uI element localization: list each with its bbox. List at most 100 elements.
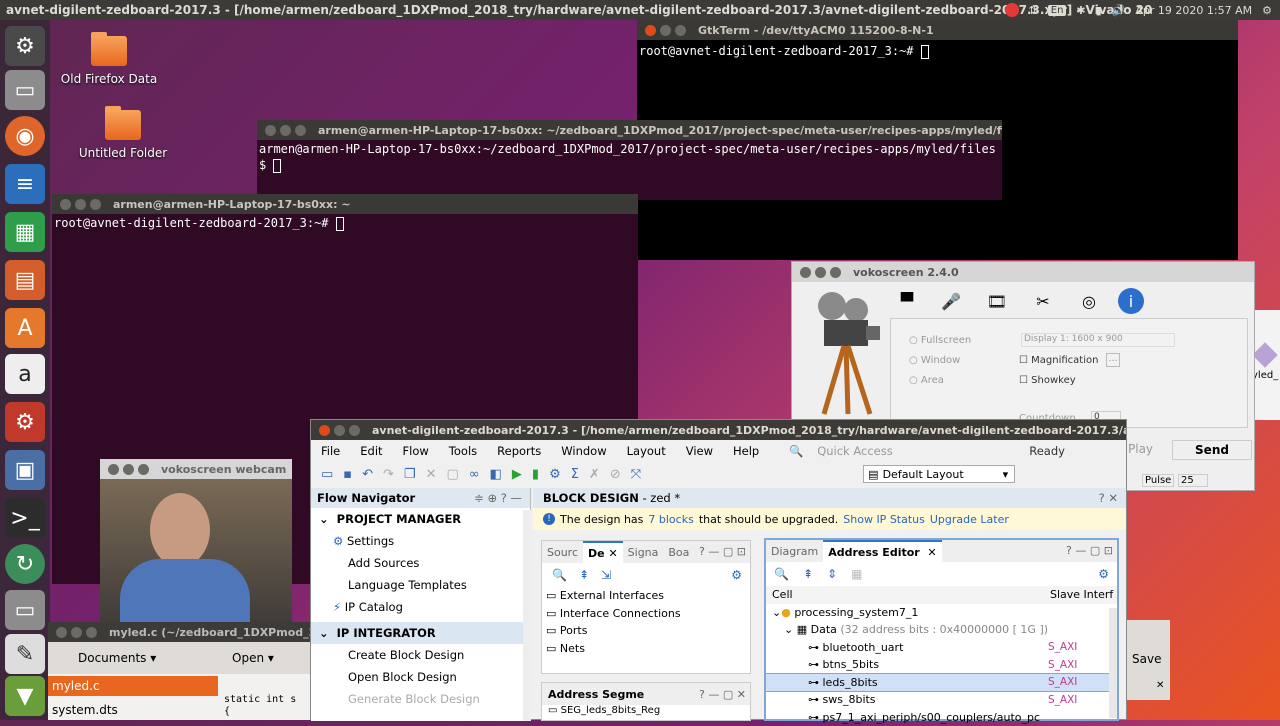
expand-all-icon[interactable]: ⇕ [827, 567, 837, 581]
settings-icon[interactable]: ⚙ [549, 467, 561, 482]
window-controls[interactable] [319, 425, 360, 436]
firefox-icon[interactable]: ◉ [5, 116, 45, 156]
window-controls[interactable] [56, 627, 97, 638]
tab-signals[interactable]: Signa [623, 541, 664, 563]
documents-button[interactable]: Documents ▾ [48, 651, 218, 665]
fn-generate-block-design[interactable]: Generate Block Design [311, 688, 530, 710]
terminal-titlebar[interactable]: armen@armen-HP-Laptop-17-bs0xx: ~ [52, 194, 638, 214]
project-manager-section[interactable]: ⌄ PROJECT MANAGER [311, 508, 530, 530]
tab-sources[interactable]: Sourc [542, 541, 583, 563]
window-controls[interactable] [108, 464, 149, 475]
fullscreen-radio[interactable]: ○ Fullscreen [909, 335, 971, 346]
document-tab-active[interactable]: myled.c [48, 676, 218, 696]
save-button[interactable]: Save [1132, 652, 1170, 666]
network-icon[interactable]: ⇅ [1029, 4, 1038, 17]
address-segment-row[interactable]: ▭ SEG_leds_8bits_Reg [542, 705, 750, 716]
auto-assign-icon[interactable]: ▦ [851, 567, 862, 581]
expand-icon[interactable]: ⇲ [601, 568, 611, 582]
redo-icon[interactable]: ↷ [383, 467, 394, 482]
screenshot-icon[interactable]: ▣ [5, 450, 45, 490]
tab-diagram[interactable]: Diagram [766, 540, 823, 562]
run-icon[interactable]: ▶ [512, 467, 522, 482]
tab-address-editor[interactable]: Address Editor ✕ [823, 540, 941, 562]
close-icon[interactable]: ✕ [1156, 680, 1170, 691]
fn-open-block-design[interactable]: Open Block Design [311, 666, 530, 688]
collapse-all-icon[interactable]: ⇞ [803, 567, 813, 581]
upgrade-later-link[interactable]: Upgrade Later [930, 513, 1009, 526]
menu-file[interactable]: File [311, 444, 350, 458]
gedit-titlebar[interactable]: myled.c (~/zedboard_1DXPmod_2017/ [48, 622, 310, 642]
files2-icon[interactable]: ▭ [5, 590, 45, 630]
tree-item[interactable]: ▭ Ports [542, 622, 750, 640]
flow-nav-scrollbar[interactable] [523, 510, 531, 721]
tool-icon[interactable]: ⤧ [631, 467, 641, 482]
window-controls[interactable] [800, 267, 841, 278]
fn-add-sources[interactable]: Add Sources [311, 552, 530, 574]
magnification-checkbox[interactable]: ☐ Magnification [1019, 355, 1098, 366]
impress-icon[interactable]: ▤ [5, 260, 45, 300]
address-editor-scrollbar[interactable] [1109, 608, 1117, 718]
gtkterm-titlebar[interactable]: GtkTerm - /dev/ttyACM0 115200-8-N-1 [637, 20, 1238, 40]
menu-reports[interactable]: Reports [487, 444, 551, 458]
desktop-icon-untitled-folder[interactable]: Untitled Folder [63, 110, 183, 160]
open-project-icon[interactable]: ▭ [321, 467, 333, 482]
settings-icon[interactable]: ⚙ [1098, 567, 1109, 581]
terminal-icon[interactable]: >_ [5, 498, 45, 538]
menu-edit[interactable]: Edit [350, 444, 392, 458]
window-controls[interactable] [645, 25, 686, 36]
blocks-link[interactable]: 7 blocks [648, 513, 693, 526]
calc-icon[interactable]: ▦ [5, 212, 45, 252]
fn-language-templates[interactable]: Language Templates [311, 574, 530, 596]
copy-icon[interactable]: ❐ [404, 467, 416, 482]
text-editor-icon[interactable]: ✎ [5, 634, 45, 674]
search-icon[interactable]: 🔍 [774, 567, 789, 581]
menu-tools[interactable]: Tools [439, 444, 487, 458]
webcam-tab-icon[interactable]: ◎ [1072, 286, 1106, 316]
delete-icon[interactable]: ✕ [426, 467, 437, 482]
menu-view[interactable]: View [676, 444, 723, 458]
open-button[interactable]: Open ▾ [218, 651, 274, 665]
menu-window[interactable]: Window [551, 444, 616, 458]
fn-create-block-design[interactable]: Create Block Design [311, 644, 530, 666]
webcam-window[interactable]: vokoscreen webcam [100, 459, 292, 629]
vivado-titlebar[interactable]: avnet-digilent-zedboard-2017.3 - [/home/… [311, 420, 1126, 440]
tab-board[interactable]: Boa [663, 541, 694, 563]
keyboard-layout-indicator[interactable]: En [1048, 5, 1067, 16]
amazon-icon[interactable]: a [5, 354, 45, 394]
trash-icon[interactable]: ▼ [5, 676, 45, 716]
link-icon[interactable]: ∞ [469, 467, 480, 482]
search-icon[interactable]: 🔍 [552, 568, 567, 582]
terminal-prompt[interactable]: root@avnet-digilent-zedboard-2017_3:~# [52, 214, 638, 233]
table-row[interactable]: ⌄ ▦ Data (32 address bits : 0x40000000 [… [766, 621, 1117, 639]
power-gear-icon[interactable]: ⚙ [1262, 4, 1272, 17]
system-settings-icon[interactable]: ⚙ [5, 402, 45, 442]
autoconnect-icon[interactable]: ◧ [490, 467, 502, 482]
program-icon[interactable]: ▮ [532, 467, 539, 482]
area-radio[interactable]: ○ Area [909, 375, 944, 386]
software-center-icon[interactable]: A [5, 308, 45, 348]
paste-icon[interactable]: ▢ [446, 467, 458, 482]
table-row[interactable]: ⊶ btns_5bitsS_AXI [766, 656, 1117, 674]
display-select[interactable]: Display 1: 1600 x 900 [1021, 333, 1175, 347]
menu-help[interactable]: Help [723, 444, 769, 458]
battery-icon[interactable]: ▮ [1096, 4, 1102, 17]
sigma-icon[interactable]: Σ [571, 467, 579, 482]
table-row[interactable]: ⊶ bluetooth_uartS_AXI [766, 639, 1117, 657]
screen-tab-icon[interactable]: ▀ [890, 286, 924, 316]
window-controls[interactable] [60, 199, 101, 210]
gedit-window[interactable]: myled.c (~/zedboard_1DXPmod_2017/ Docume… [48, 622, 310, 720]
tab-design[interactable]: De ✕ [583, 541, 623, 563]
disabled-tool2-icon[interactable]: ⊘ [610, 467, 621, 482]
send-button[interactable]: Send [1172, 440, 1252, 460]
info-tab-icon[interactable]: i [1118, 288, 1144, 314]
play-button[interactable]: Play [1128, 442, 1153, 456]
menu-layout[interactable]: Layout [617, 444, 676, 458]
table-row-selected[interactable]: ⊶ leds_8bitsS_AXI [766, 674, 1117, 692]
vivado-window[interactable]: avnet-digilent-zedboard-2017.3 - [/home/… [310, 419, 1127, 720]
menu-flow[interactable]: Flow [393, 444, 439, 458]
audio-tab-icon[interactable]: 🎤 [934, 286, 968, 316]
ip-integrator-section[interactable]: ⌄ IP INTEGRATOR [311, 622, 530, 644]
table-row[interactable]: ⊶ sws_8bitsS_AXI [766, 691, 1117, 709]
terminal-prompt[interactable]: $ [257, 158, 1002, 175]
undo-icon[interactable]: ↶ [362, 467, 373, 482]
